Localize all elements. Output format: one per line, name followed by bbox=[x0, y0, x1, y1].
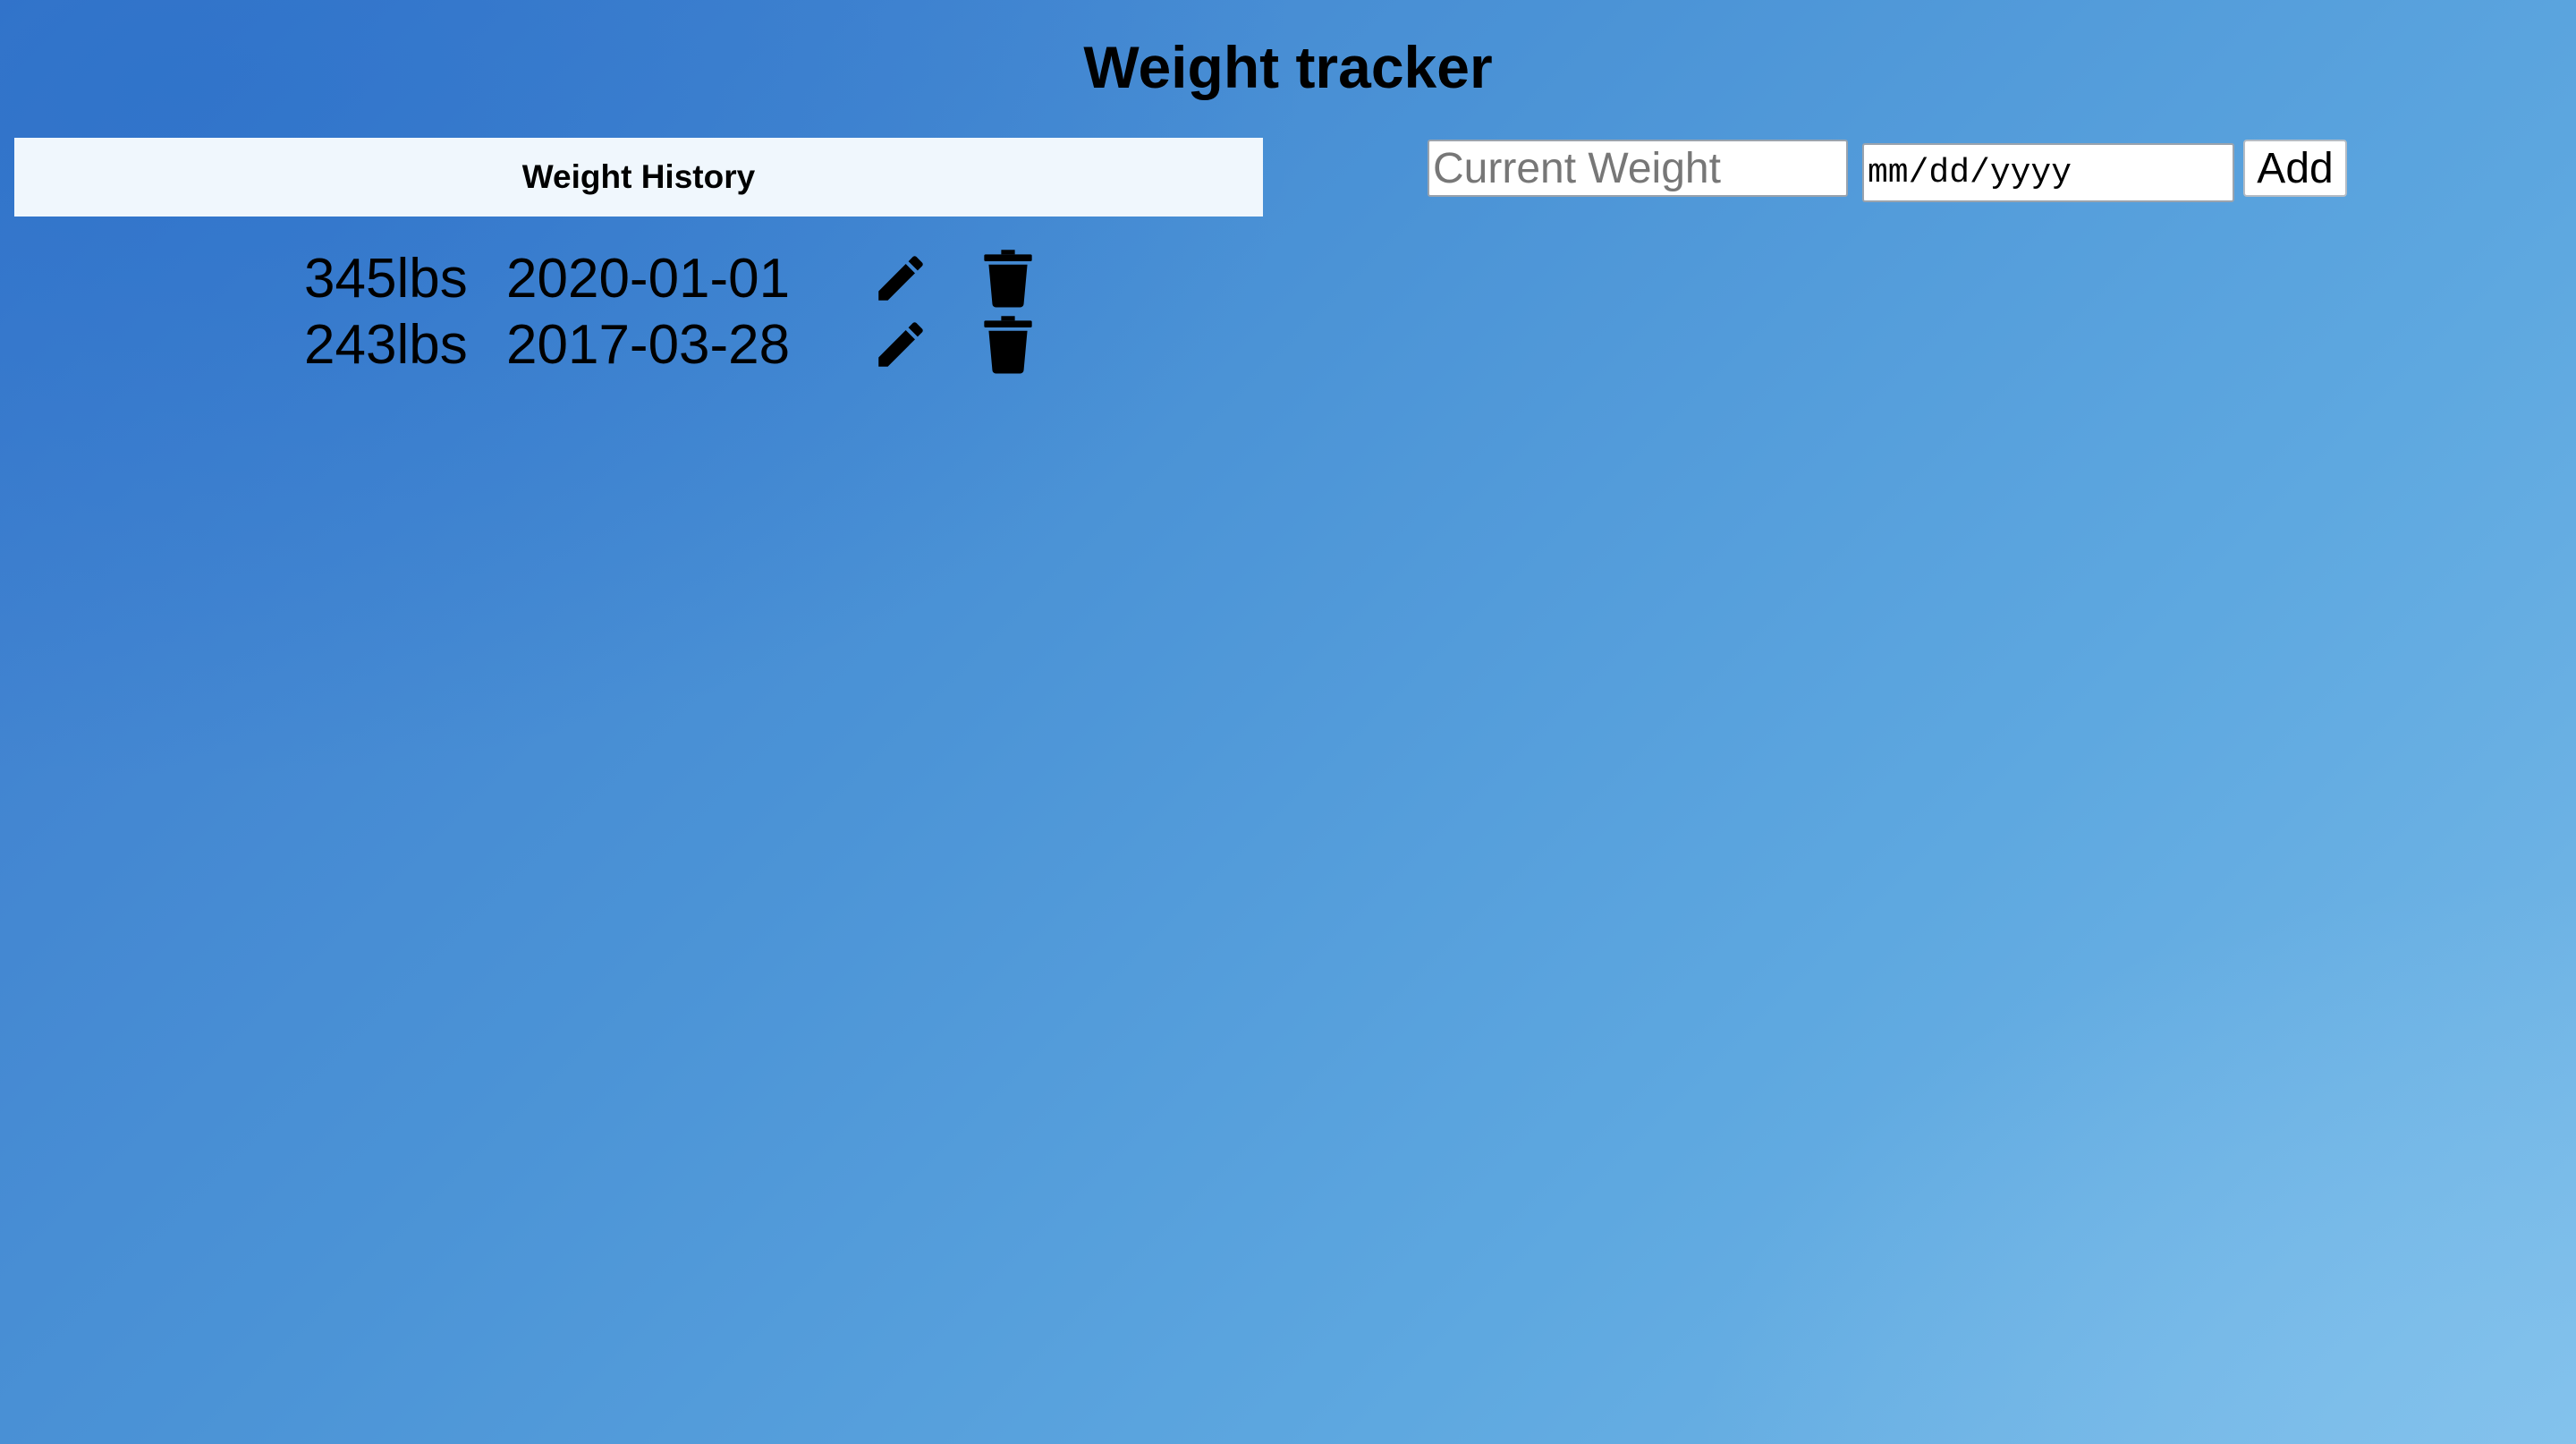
entry-date: 2017-03-28 bbox=[506, 313, 791, 376]
list-item: 345lbs 2020-01-01 bbox=[304, 245, 1041, 311]
weight-history-header: Weight History bbox=[14, 138, 1263, 217]
current-weight-input[interactable] bbox=[1428, 140, 1848, 197]
add-button[interactable]: Add bbox=[2243, 140, 2347, 197]
pencil-icon[interactable] bbox=[868, 311, 934, 378]
page-title: Weight tracker bbox=[1083, 34, 1493, 100]
entry-weight: 345lbs bbox=[304, 247, 468, 310]
trash-icon[interactable] bbox=[975, 311, 1041, 378]
pencil-icon[interactable] bbox=[868, 245, 934, 311]
trash-icon[interactable] bbox=[975, 245, 1041, 311]
list-item: 243lbs 2017-03-28 bbox=[304, 311, 1041, 378]
weight-history-list: 345lbs 2020-01-01 243lbs 2017-03-28 bbox=[304, 245, 1041, 378]
date-input[interactable]: mm/dd/yyyy bbox=[1862, 143, 2234, 202]
entry-weight: 243lbs bbox=[304, 313, 468, 376]
entry-date: 2020-01-01 bbox=[506, 247, 791, 310]
